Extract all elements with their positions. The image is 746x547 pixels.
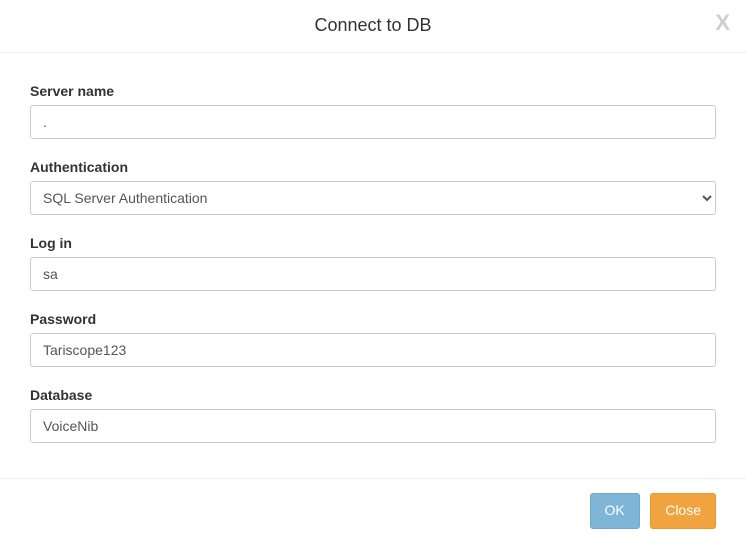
login-label: Log in xyxy=(30,235,716,251)
database-group: Database xyxy=(30,387,716,443)
close-button[interactable]: Close xyxy=(650,493,716,529)
database-label: Database xyxy=(30,387,716,403)
login-input[interactable] xyxy=(30,257,716,291)
password-group: Password xyxy=(30,311,716,367)
ok-button[interactable]: OK xyxy=(590,493,640,529)
connect-db-dialog: Connect to DB X Server name Authenticati… xyxy=(0,0,746,547)
database-input[interactable] xyxy=(30,409,716,443)
server-name-group: Server name xyxy=(30,83,716,139)
authentication-select[interactable]: SQL Server Authentication xyxy=(30,181,716,215)
dialog-title: Connect to DB xyxy=(314,15,431,35)
dialog-header: Connect to DB X xyxy=(0,0,746,53)
dialog-footer: OK Close xyxy=(0,478,746,547)
password-input[interactable] xyxy=(30,333,716,367)
close-icon[interactable]: X xyxy=(715,10,730,36)
dialog-body: Server name Authentication SQL Server Au… xyxy=(0,53,746,478)
login-group: Log in xyxy=(30,235,716,291)
server-name-label: Server name xyxy=(30,83,716,99)
authentication-group: Authentication SQL Server Authentication xyxy=(30,159,716,215)
authentication-label: Authentication xyxy=(30,159,716,175)
password-label: Password xyxy=(30,311,716,327)
server-name-input[interactable] xyxy=(30,105,716,139)
